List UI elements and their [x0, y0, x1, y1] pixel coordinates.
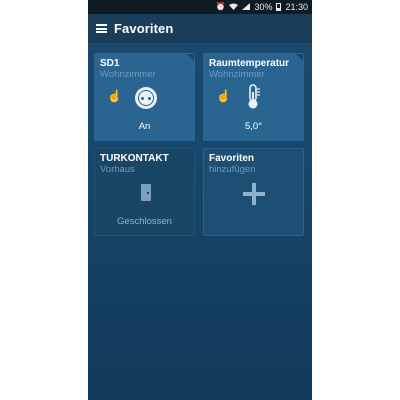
page-title: Favoriten — [114, 21, 174, 36]
tile-raumtemperatur[interactable]: Raumtemperatur Wohnzimmer ☝ 5,0° — [203, 53, 304, 141]
hamburger-icon[interactable] — [96, 24, 107, 33]
tile-title: Favoriten — [209, 153, 255, 164]
door-icon — [141, 184, 151, 201]
tile-corner — [296, 54, 303, 61]
clock: 21:30 — [285, 2, 308, 12]
tile-subtitle: Wohnzimmer — [100, 69, 156, 80]
tile-corner — [187, 54, 194, 61]
tile-title: TURKONTAKT — [100, 153, 169, 164]
battery-icon — [276, 3, 282, 11]
phone-screen: ⏰ 30% 21:30 Favoriten SD1 Wohnzimmer ☝ A… — [88, 0, 312, 400]
app-bar: Favoriten — [88, 14, 312, 44]
tile-sd1[interactable]: SD1 Wohnzimmer ☝ An — [94, 53, 195, 141]
signal-icon — [242, 2, 251, 12]
tile-subtitle: Wohnzimmer — [209, 69, 265, 80]
tile-state: 5,0° — [244, 121, 262, 132]
power-socket-icon — [135, 87, 157, 109]
add-favorite-tile[interactable]: Favoriten hinzufügen — [203, 148, 304, 236]
tile-subtitle: Vorhaus — [100, 164, 135, 175]
plus-icon — [243, 183, 265, 205]
status-bar: ⏰ 30% 21:30 — [88, 0, 312, 14]
thermometer-icon — [248, 84, 260, 109]
hand-icon: ☝ — [216, 89, 231, 103]
hand-icon: ☝ — [107, 89, 122, 103]
tile-subtitle: hinzufügen — [209, 164, 256, 175]
tile-state: An — [138, 121, 151, 132]
alarm-icon: ⏰ — [215, 2, 226, 11]
tile-turkontakt[interactable]: TURKONTAKT Vorhaus Geschlossen — [94, 148, 195, 236]
tile-state: Geschlossen — [117, 216, 172, 227]
tile-title: Raumtemperatur — [209, 58, 290, 69]
wifi-icon — [229, 3, 239, 12]
tile-title: SD1 — [100, 58, 120, 69]
battery-percent: 30% — [254, 2, 273, 12]
